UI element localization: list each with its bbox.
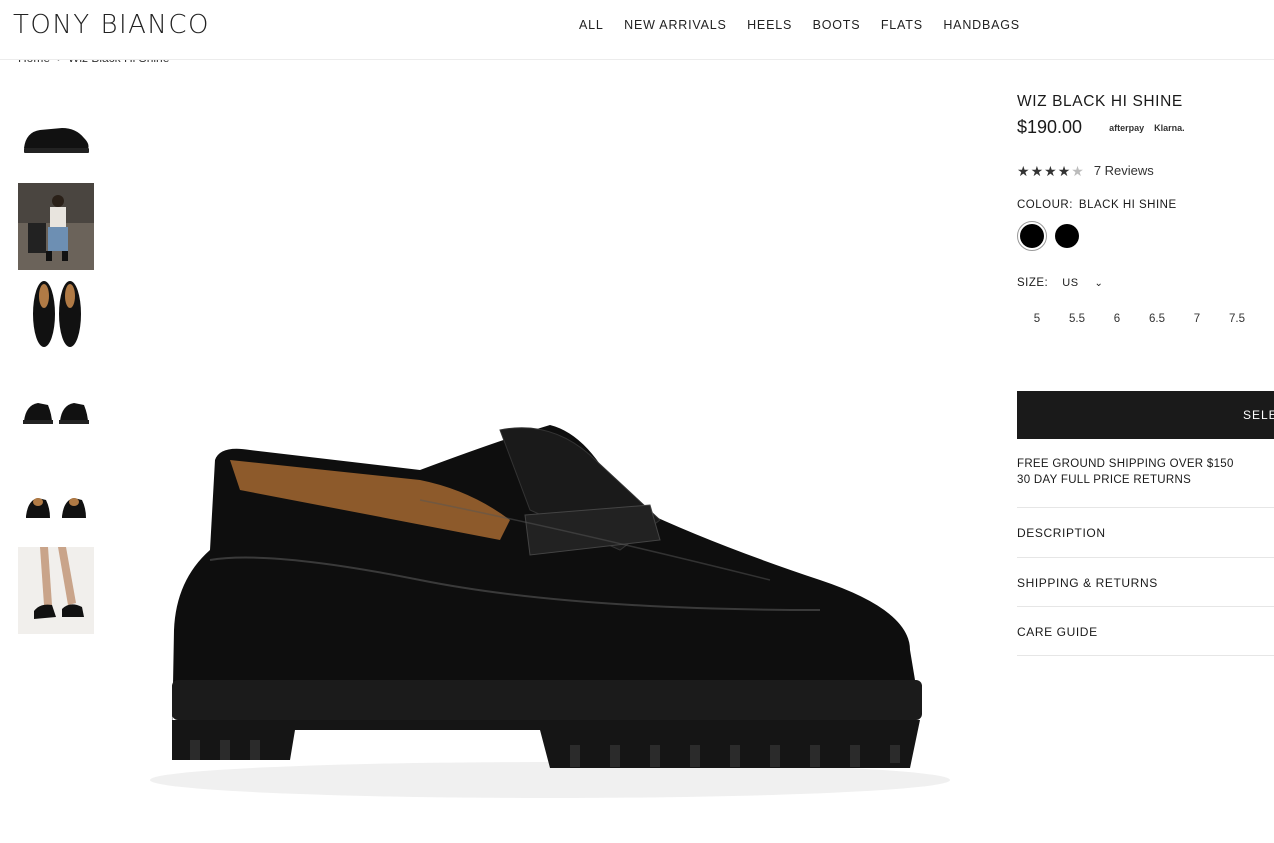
colour-value: BLACK HI SHINE [1078, 199, 1177, 211]
size-row: SIZE: US ⌄ [1017, 277, 1274, 289]
colour-row: COLOUR: BLACK HI SHINE [1017, 199, 1274, 211]
size-option[interactable]: 6.5 [1137, 313, 1177, 325]
size-option[interactable]: 5 [1017, 313, 1057, 325]
thumbnail-loafer-side[interactable] [18, 92, 94, 179]
afterpay-logo[interactable]: afterpay [1109, 123, 1144, 133]
chevron-down-icon: ⌄ [1094, 277, 1104, 289]
star-icon: ★ [1057, 162, 1071, 179]
select-size-button[interactable]: SELEC [1017, 391, 1274, 439]
rating-stars[interactable]: ★ ★ ★ ★ ★ [1017, 164, 1084, 178]
swatch-selected[interactable] [1017, 221, 1047, 251]
klarna-logo[interactable]: Klarna. [1154, 123, 1185, 133]
colour-swatches [1017, 221, 1274, 251]
reviews-link[interactable]: 7 Reviews [1094, 163, 1154, 178]
thumbnail-on-foot[interactable] [18, 547, 94, 634]
thumbnail-lifestyle[interactable] [18, 183, 94, 270]
star-icon: ★ [1044, 162, 1057, 179]
product-hero-image [120, 380, 980, 820]
accordion-shipping-returns[interactable]: SHIPPING & RETURNS [1017, 557, 1274, 607]
brand-logo[interactable]: TONY BIANCO [13, 10, 210, 40]
main-nav: ALL NEW ARRIVALS HEELS BOOTS FLATS HANDB… [579, 18, 1040, 32]
shipping-line-2: 30 DAY FULL PRICE RETURNS [1017, 474, 1192, 486]
star-half-icon: ★ [1071, 162, 1084, 179]
nav-item-all[interactable]: ALL [579, 18, 604, 32]
size-options: 5 5.5 6 6.5 7 7.5 [1017, 313, 1274, 325]
product-price: $190.00 [1017, 117, 1083, 137]
price-row: $190.00 afterpay Klarna. [1017, 117, 1274, 138]
site-header: TONY BIANCO ALL NEW ARRIVALS HEELS BOOTS… [0, 0, 1274, 60]
shipping-line-1: FREE GROUND SHIPPING OVER $150 [1017, 458, 1234, 470]
product-panel: WIZ BLACK HI SHINE $190.00 afterpay Klar… [1017, 93, 1274, 656]
size-system-select[interactable]: US ⌄ [1062, 277, 1103, 289]
swatch-black-selected [1020, 224, 1044, 248]
star-icon: ★ [1030, 162, 1044, 179]
reviews-row: ★ ★ ★ ★ ★ 7 Reviews [1017, 163, 1274, 178]
accordion-description[interactable]: DESCRIPTION [1017, 507, 1274, 557]
size-option[interactable]: 7 [1177, 313, 1217, 325]
shipping-info: FREE GROUND SHIPPING OVER $150 30 DAY FU… [1017, 456, 1234, 488]
size-option[interactable]: 6 [1097, 313, 1137, 325]
thumbnail-pair-back[interactable] [18, 456, 94, 543]
nav-item-flats[interactable]: FLATS [881, 18, 923, 32]
thumbnail-pair-top[interactable] [18, 274, 94, 361]
swatch-black[interactable] [1055, 224, 1079, 248]
thumbnail-pair-front[interactable] [18, 365, 94, 452]
size-system-value: US [1062, 277, 1079, 289]
size-option[interactable]: 7.5 [1217, 313, 1257, 325]
nav-item-heels[interactable]: HEELS [747, 18, 792, 32]
size-label: SIZE: [1017, 277, 1049, 289]
colour-label: COLOUR: [1017, 199, 1073, 211]
product-title: WIZ BLACK HI SHINE [1017, 93, 1183, 110]
star-icon: ★ [1017, 162, 1030, 179]
accordion-care-guide[interactable]: CARE GUIDE [1017, 606, 1274, 656]
size-option[interactable]: 5.5 [1057, 313, 1097, 325]
thumbnail-gallery [18, 92, 94, 638]
nav-item-boots[interactable]: BOOTS [813, 18, 861, 32]
nav-item-new-arrivals[interactable]: NEW ARRIVALS [624, 18, 726, 32]
nav-item-handbags[interactable]: HANDBAGS [943, 18, 1020, 32]
